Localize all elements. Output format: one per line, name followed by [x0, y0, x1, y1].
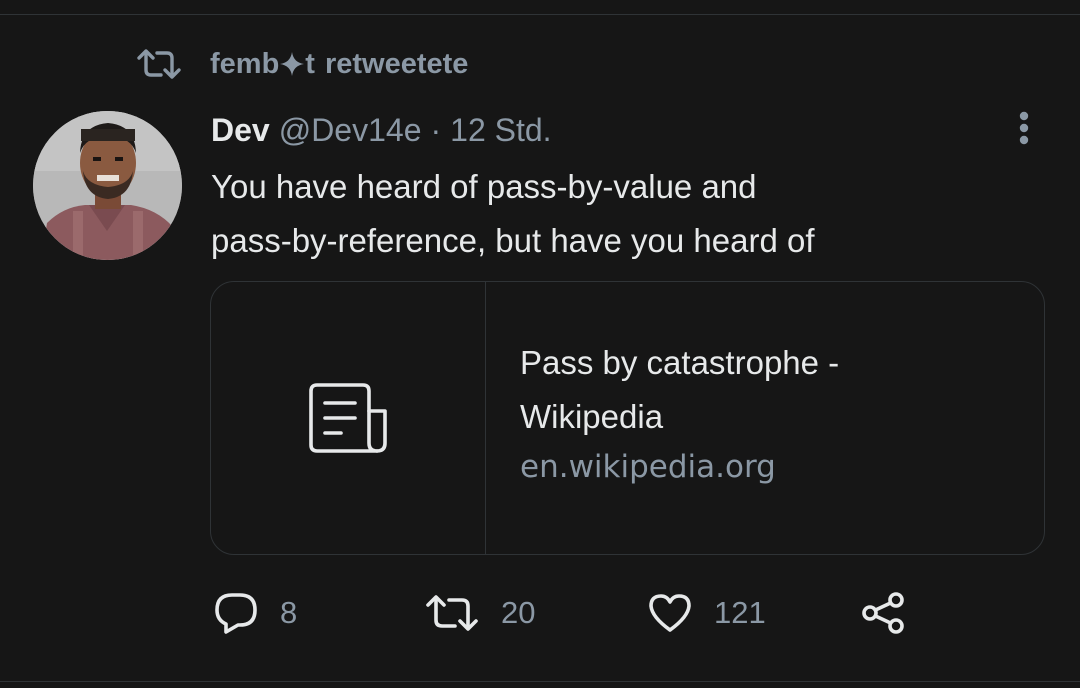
- document-icon: [309, 383, 387, 453]
- link-card-title-line: Pass by catastrophe -: [520, 344, 840, 381]
- tweet-header: Dev @Dev14e · 12 Std.: [211, 108, 552, 152]
- retweet-count: 20: [501, 595, 536, 630]
- retweeter-name[interactable]: femb t: [210, 48, 315, 81]
- reply-icon: [214, 592, 258, 634]
- reply-count: 8: [280, 595, 298, 630]
- retweeter-name-part-1: femb: [210, 47, 280, 80]
- sparkle-icon: [278, 50, 306, 78]
- more-options-button[interactable]: [1006, 106, 1042, 150]
- link-card-title-line: Wikipedia: [520, 398, 664, 435]
- reply-button[interactable]: 8: [214, 590, 297, 636]
- link-card[interactable]: Pass by catastrophe - Wikipedia en.wikip…: [210, 281, 1045, 555]
- more-vertical-icon: [1019, 111, 1029, 145]
- link-card-media: [211, 282, 486, 554]
- top-divider: [0, 14, 1080, 15]
- link-card-title: Pass by catastrophe - Wikipedia: [520, 336, 1044, 444]
- avatar[interactable]: [33, 111, 182, 260]
- bottom-divider: [0, 681, 1080, 682]
- retweet-button[interactable]: 20: [425, 590, 535, 636]
- heart-icon: [648, 593, 692, 633]
- retweet-action-icon: [425, 594, 479, 632]
- share-icon: [860, 591, 908, 635]
- author-name[interactable]: Dev: [211, 112, 270, 149]
- retweet-icon: [136, 48, 182, 80]
- avatar-image: [33, 111, 182, 260]
- tweet-text-line: pass-by-reference, but have you heard of: [211, 222, 815, 259]
- like-button[interactable]: 121: [648, 590, 766, 636]
- timestamp[interactable]: 12 Std.: [450, 112, 551, 149]
- tweet-text-line: You have heard of pass-by-value and: [211, 168, 757, 205]
- author-handle[interactable]: @Dev14e: [279, 112, 422, 149]
- share-button[interactable]: [860, 590, 908, 636]
- tweet-actions: 8 20 121: [0, 590, 1080, 636]
- retweet-action-text: retweetete: [324, 47, 469, 80]
- like-count: 121: [714, 595, 766, 630]
- link-card-domain: en.wikipedia.org: [520, 449, 776, 485]
- retweet-context: femb t retweetete: [136, 44, 468, 84]
- retweeter-name-part-2: t: [305, 47, 315, 80]
- header-separator: ·: [430, 111, 442, 148]
- link-card-body: Pass by catastrophe - Wikipedia en.wikip…: [486, 282, 1044, 554]
- tweet-text: You have heard of pass-by-value and pass…: [211, 160, 1031, 268]
